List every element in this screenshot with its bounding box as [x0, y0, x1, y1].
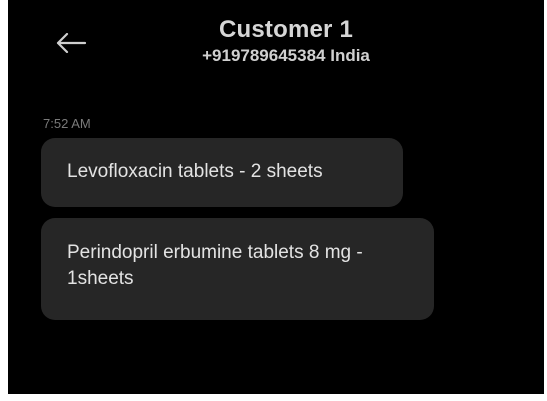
contact-phone: +919789645384 India — [202, 46, 370, 65]
message-text: Perindopril erbumine tablets 8 mg - 1she… — [67, 242, 363, 289]
chat-header: Customer 1 +919789645384 India — [8, 16, 544, 67]
message-text: Levofloxacin tablets - 2 sheets — [67, 161, 323, 182]
message-bubble[interactable]: Levofloxacin tablets - 2 sheets — [41, 138, 403, 207]
contact-name: Customer 1 — [218, 16, 354, 43]
message-timestamp: 7:52 AM — [43, 116, 91, 131]
message-bubble[interactable]: Perindopril erbumine tablets 8 mg - 1she… — [41, 218, 434, 320]
chat-screen: Customer 1 +919789645384 India 7:52 AM L… — [8, 0, 544, 394]
